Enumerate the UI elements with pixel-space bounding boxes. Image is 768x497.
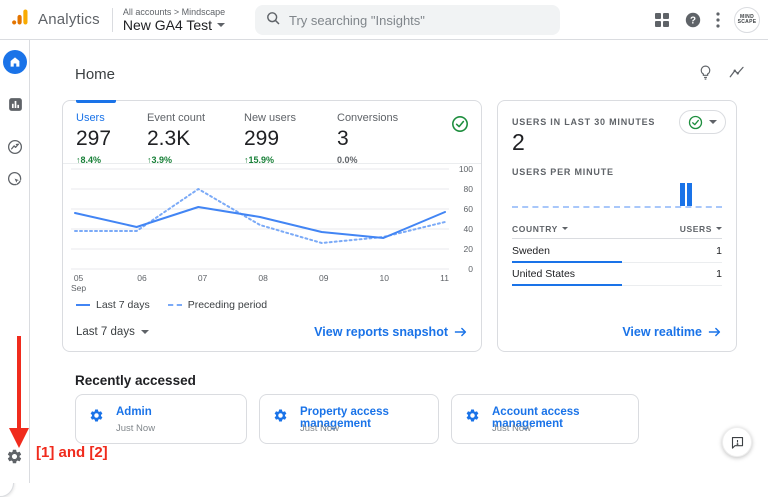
metric-label: Users	[76, 112, 111, 124]
users-line-chart	[71, 167, 449, 271]
chevron-down-icon	[217, 23, 225, 27]
metric-tab-conversions[interactable]: Conversions 3 0.0%	[337, 112, 398, 165]
legend-solid-line-swatch	[76, 304, 90, 306]
users-cell: 1	[716, 245, 722, 257]
view-reports-snapshot-link[interactable]: View reports snapshot	[314, 325, 468, 339]
y-axis-labels: 100 80 60 40 20 0	[449, 167, 475, 271]
arrow-right-icon	[454, 326, 468, 338]
legend-label: Last 7 days	[96, 299, 150, 311]
realtime-card: USERS IN LAST 30 MINUTES 2 USERS PER MIN…	[497, 100, 737, 352]
avatar-text: SCAPE	[738, 20, 757, 25]
metric-value: 299	[244, 127, 296, 151]
metric-tab-users[interactable]: Users 297 ↑8.4%	[76, 112, 111, 165]
account-switcher[interactable]: All accounts > Mindscape New GA4 Test	[123, 7, 225, 33]
gear-icon	[465, 408, 480, 428]
breadcrumb: All accounts > Mindscape	[123, 7, 225, 17]
gear-icon	[273, 408, 288, 428]
recent-card-account-access[interactable]: Account access management Just Now	[451, 394, 639, 444]
trending-insights-icon[interactable]	[728, 64, 746, 87]
recent-card-admin[interactable]: Admin Just Now	[75, 394, 247, 444]
explore-icon	[6, 138, 24, 156]
annotation-text: [1] and [2]	[36, 444, 108, 461]
card-separator	[63, 163, 481, 164]
metric-value: 297	[76, 127, 111, 151]
svg-text:?: ?	[690, 16, 696, 27]
recent-card-label: Admin	[116, 406, 152, 418]
kebab-menu-icon[interactable]	[716, 12, 720, 28]
bar-chart-icon	[7, 96, 24, 113]
left-nav	[0, 40, 30, 483]
country-cell: United States	[512, 268, 575, 280]
gear-icon	[89, 408, 104, 428]
metric-tab-event-count[interactable]: Event count 2.3K ↑3.9%	[147, 112, 205, 165]
realtime-status-dropdown[interactable]	[679, 110, 726, 134]
users-cell: 1	[716, 268, 722, 280]
x-axis-labels: 05Sep 06 07 08 09 10 11	[71, 273, 449, 293]
users-per-minute-bars	[512, 181, 722, 208]
property-name: New GA4 Test	[123, 17, 212, 33]
nav-reports[interactable]	[0, 96, 30, 113]
caret-down-icon	[709, 120, 717, 124]
search-bar[interactable]	[255, 5, 560, 35]
table-row[interactable]: Sweden 1	[512, 240, 722, 263]
chart-legend: Last 7 days Preceding period	[76, 299, 267, 311]
arrow-right-icon	[708, 326, 722, 338]
account-avatar[interactable]: MIND SCAPE	[734, 7, 760, 33]
insights-lightbulb-icon[interactable]	[697, 64, 714, 87]
help-icon[interactable]: ?	[684, 11, 702, 29]
active-metric-tab-indicator	[76, 100, 116, 103]
legend-dotted-line-swatch	[168, 304, 182, 306]
product-name: Analytics	[38, 11, 100, 28]
app-header: Analytics All accounts > Mindscape New G…	[0, 0, 768, 40]
metric-value: 3	[337, 127, 398, 151]
advertising-icon	[6, 170, 24, 188]
home-icon	[8, 55, 22, 69]
row-value-bar	[512, 284, 622, 286]
green-check-icon	[688, 115, 703, 130]
page-title: Home	[75, 66, 115, 83]
feedback-button[interactable]	[722, 427, 752, 457]
legend-label: Preceding period	[188, 299, 267, 311]
table-row[interactable]: United States 1	[512, 263, 722, 286]
metric-label: Conversions	[337, 112, 398, 124]
date-range-label: Last 7 days	[76, 326, 135, 338]
realtime-users-value: 2	[512, 129, 525, 156]
recently-accessed-title: Recently accessed	[75, 373, 196, 388]
country-cell: Sweden	[512, 245, 550, 257]
realtime-title: USERS IN LAST 30 MINUTES	[512, 117, 655, 127]
apps-grid-icon[interactable]	[654, 12, 670, 28]
view-realtime-link[interactable]: View realtime	[622, 325, 722, 339]
users-column-header[interactable]: USERS	[680, 224, 722, 234]
search-input[interactable]	[289, 13, 550, 28]
country-column-header[interactable]: COUNTRY	[512, 224, 568, 234]
metric-value: 2.3K	[147, 127, 205, 151]
sort-caret-icon	[562, 227, 568, 230]
home-overview-card: Users 297 ↑8.4% Event count 2.3K ↑3.9% N…	[62, 100, 482, 352]
nav-advertising[interactable]	[0, 170, 30, 188]
nav-home[interactable]	[0, 50, 30, 74]
metric-label: Event count	[147, 112, 205, 124]
date-range-selector[interactable]: Last 7 days	[76, 326, 149, 338]
recent-card-property-access[interactable]: Property access management Just Now	[259, 394, 439, 444]
feedback-comment-icon	[730, 435, 745, 450]
metric-tab-new-users[interactable]: New users 299 ↑15.9%	[244, 112, 296, 165]
analytics-logo-icon	[10, 7, 30, 32]
metric-label: New users	[244, 112, 296, 124]
recent-card-time: Just Now	[300, 423, 339, 434]
admin-gear-icon[interactable]	[6, 448, 23, 465]
recent-card-time: Just Now	[492, 423, 531, 434]
recent-card-time: Just Now	[116, 423, 155, 434]
users-per-minute-label: USERS PER MINUTE	[512, 167, 614, 177]
header-divider	[112, 8, 113, 32]
data-quality-check-icon[interactable]	[451, 115, 469, 138]
sort-caret-icon	[716, 227, 722, 230]
search-icon	[265, 10, 281, 31]
nav-explore[interactable]	[0, 138, 30, 156]
caret-down-icon	[141, 330, 149, 334]
